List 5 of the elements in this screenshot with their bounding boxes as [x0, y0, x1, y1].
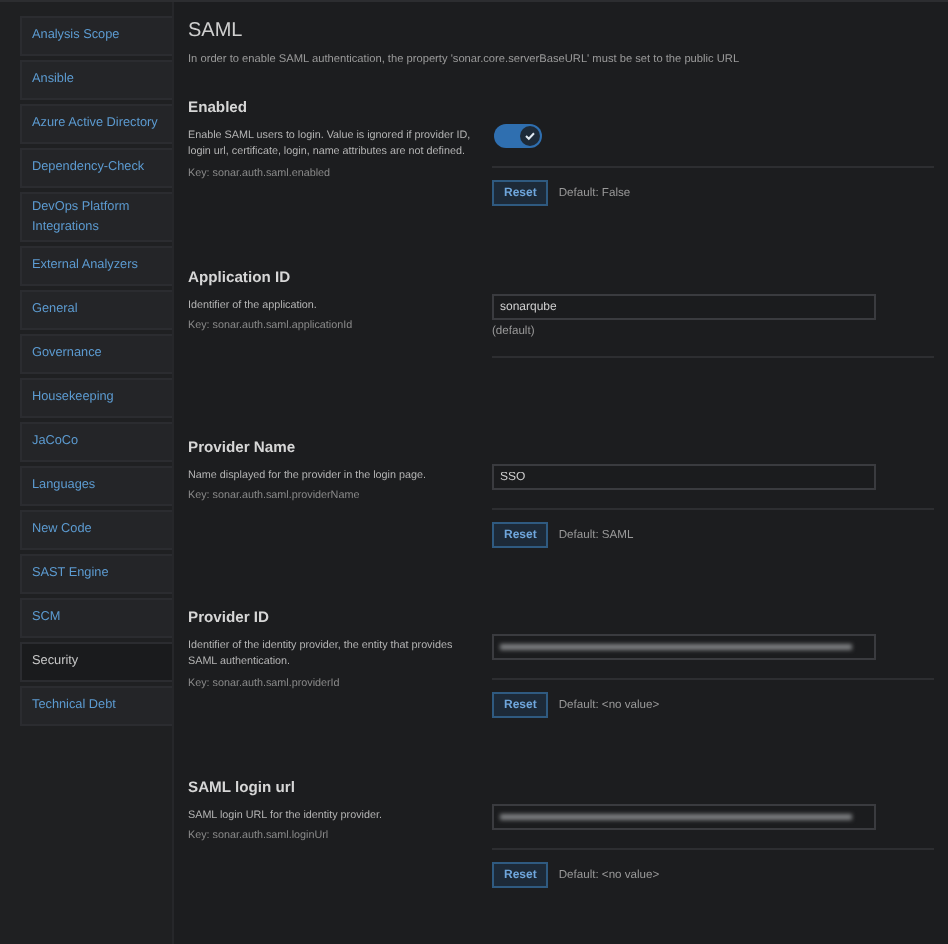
- page-title: SAML: [188, 20, 245, 42]
- input-field[interactable]: [492, 634, 876, 660]
- input-field[interactable]: [492, 804, 876, 830]
- toggle-switch[interactable]: [494, 124, 542, 148]
- check-icon: [524, 130, 536, 142]
